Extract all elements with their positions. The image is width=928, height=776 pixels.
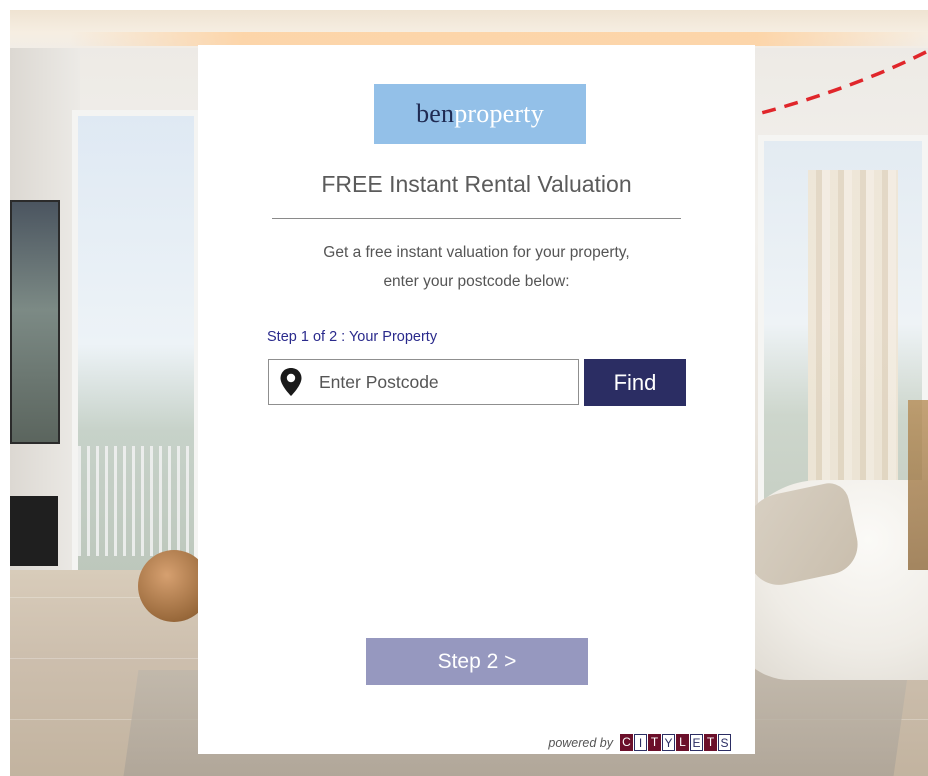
citylets-logo-letter: I	[634, 734, 647, 751]
citylets-logo-letter: S	[718, 734, 731, 751]
wooden-chair	[908, 400, 928, 570]
balcony-railing	[78, 446, 194, 556]
step-label: Step 1 of 2 : Your Property	[267, 329, 438, 345]
citylets-logo-letter: Y	[662, 734, 675, 751]
description: Get a free instant valuation for your pr…	[198, 238, 755, 296]
description-line-1: Get a free instant valuation for your pr…	[323, 244, 630, 261]
citylets-logo-letter: E	[690, 734, 703, 751]
powered-by-text: powered by	[548, 735, 613, 750]
citylets-logo-letter: L	[676, 734, 689, 751]
citylets-logo-letter: T	[648, 734, 661, 751]
citylets-logo-letter: C	[620, 734, 633, 751]
step-2-button[interactable]: Step 2 >	[366, 638, 588, 685]
title-divider	[272, 218, 681, 219]
description-line-2: enter your postcode below:	[383, 273, 570, 290]
benproperty-logo[interactable]: ben property	[374, 84, 586, 144]
page-title: FREE Instant Rental Valuation	[321, 171, 632, 197]
logo-text-ben: ben	[416, 99, 455, 128]
wall-tv	[10, 200, 60, 444]
postcode-field[interactable]	[268, 359, 579, 405]
citylets-logo-letter: T	[704, 734, 717, 751]
find-button[interactable]: Find	[584, 359, 686, 406]
postcode-input[interactable]	[317, 370, 561, 394]
powered-by-citylets[interactable]: powered by C I T Y L E T S	[548, 734, 731, 751]
map-pin-icon	[280, 368, 302, 396]
valuation-card: ben property FREE Instant Rental Valuatio…	[198, 45, 755, 754]
logo-text-property: property	[454, 99, 544, 128]
fireplace	[10, 496, 58, 566]
